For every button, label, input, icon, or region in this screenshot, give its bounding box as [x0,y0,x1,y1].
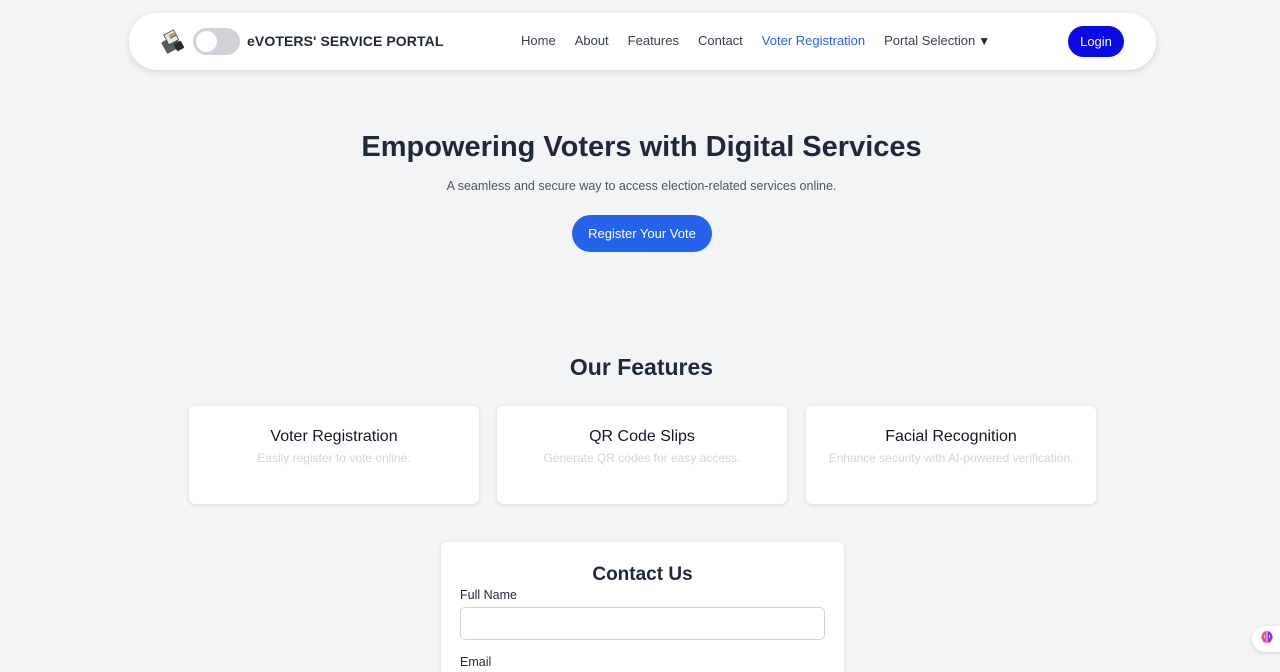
navbar: eVOTERS' SERVICE PORTAL Home About Featu… [129,13,1156,70]
email-label: Email [460,655,492,669]
feature-card-title: QR Code Slips [589,428,695,445]
feature-card-facial-recognition: Facial Recognition Enhance security with… [806,406,1096,504]
page: eVOTERS' SERVICE PORTAL Home About Featu… [0,0,1280,672]
hero-title: Empowering Voters with Digital Services [361,131,922,163]
nav-contact[interactable]: Contact [698,33,743,48]
nav-home[interactable]: Home [521,33,556,48]
nav-links: Home About Features Contact Voter Regist… [521,33,1009,48]
feature-card-voter-registration: Voter Registration Easily register to vo… [189,406,479,504]
feature-card-description: Enhance security with AI-powered verific… [828,451,1074,465]
full-name-label: Full Name [460,588,517,602]
toggle-knob [196,31,217,52]
feature-card-description: Easily register to vote online. [257,451,411,465]
feature-card-description: Generate QR codes for easy access. [543,451,741,465]
brain-icon [1259,629,1275,650]
feature-card-title: Facial Recognition [885,428,1017,445]
theme-toggle[interactable] [193,28,240,55]
hero-subtitle: A seamless and secure way to access elec… [446,179,837,193]
nav-voter-registration[interactable]: Voter Registration [762,33,865,48]
assistant-button[interactable] [1252,626,1280,652]
features-title: Our Features [569,354,714,380]
login-button[interactable]: Login [1068,26,1124,57]
ballot-box-icon[interactable] [160,28,186,54]
contact-form: Contact Us Full Name Email [441,542,844,672]
contact-title: Contact Us [592,564,693,585]
nav-about[interactable]: About [575,33,609,48]
register-vote-button[interactable]: Register Your Vote [572,215,712,252]
chevron-down-icon: ▼ [978,34,991,48]
feature-card-title: Voter Registration [270,428,398,445]
nav-portal-selection-label: Portal Selection [884,33,976,48]
nav-portal-selection[interactable]: Portal Selection ▼ [884,33,990,48]
nav-features[interactable]: Features [628,33,679,48]
brand-title: eVOTERS' SERVICE PORTAL [247,33,444,49]
full-name-input[interactable] [460,607,825,640]
feature-card-qr-code: QR Code Slips Generate QR codes for easy… [497,406,787,504]
